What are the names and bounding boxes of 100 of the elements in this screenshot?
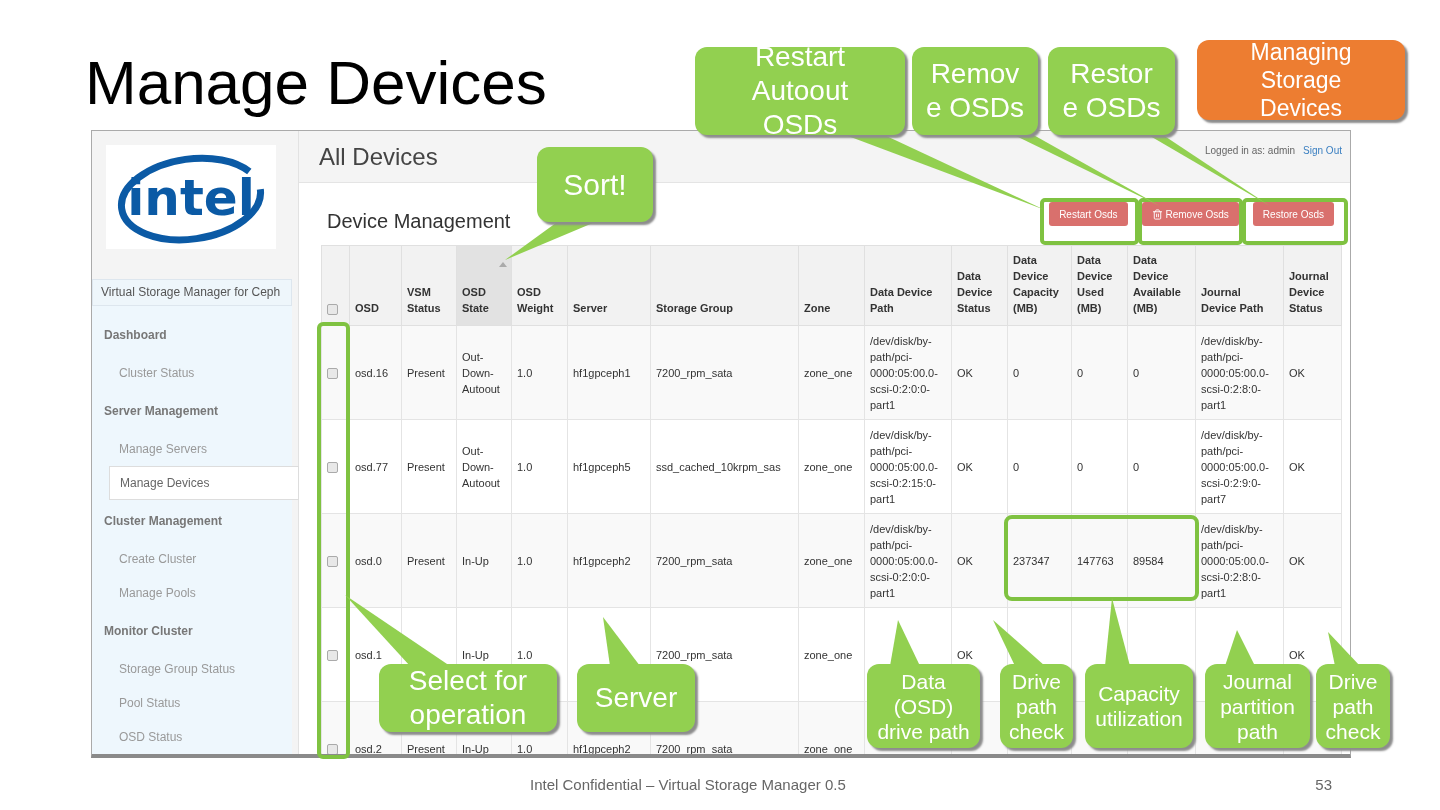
table-cell: ssd_cached_10krpm_sas xyxy=(656,460,781,473)
callout-pointer xyxy=(603,617,640,666)
table-cell: osd.2 xyxy=(355,742,382,754)
callout: Managing Storage Devices xyxy=(1197,40,1405,120)
row-checkbox[interactable] xyxy=(327,556,338,568)
table-cell: /dev/disk/by-path/pci-0000:05:00.0-scsi-0:2:9:0-part7 xyxy=(1201,428,1269,505)
page-number: 53 xyxy=(1315,775,1332,793)
page-title: All Devices xyxy=(319,142,439,171)
table-cell: hf1gpceph5 xyxy=(573,460,631,473)
table-cell: OK xyxy=(957,554,973,567)
row-checkbox[interactable] xyxy=(327,650,338,662)
table-cell: hf1gpceph2 xyxy=(573,554,631,567)
column-header[interactable]: Data Device Status xyxy=(951,245,1008,326)
table-cell: /dev/disk/by-path/pci-0000:05:00.0-scsi-0:2:8:0-part1 xyxy=(1201,522,1269,599)
table-cell: zone_one xyxy=(804,554,853,567)
table-cell: 1.0 xyxy=(517,460,533,473)
column-header[interactable]: Journal Device Status xyxy=(1283,245,1342,326)
callout: Data (OSD) drive path xyxy=(867,664,980,748)
column-header[interactable]: Journal Device Path xyxy=(1195,245,1284,326)
table-cell: 237347 xyxy=(1013,554,1050,567)
table-cell: zone_one xyxy=(804,366,853,379)
table-cell: OK xyxy=(1289,554,1305,567)
table-cell: In-Up xyxy=(462,742,489,754)
table-cell: hf1gpceph2 xyxy=(573,742,631,754)
table-cell: Present xyxy=(407,366,445,379)
column-header[interactable]: Data Device Used (MB) xyxy=(1071,245,1128,326)
table-cell: OK xyxy=(1289,648,1305,661)
table-cell: 0 xyxy=(1133,460,1140,473)
table-cell: /dev/disk/by-path/pci-0000:05:00.0-scsi-0:2:0:0-part1 xyxy=(870,334,938,411)
table-cell: Present xyxy=(407,460,445,473)
table-cell: osd.0 xyxy=(355,554,382,567)
row-checkbox[interactable] xyxy=(327,744,338,754)
table-cell: 0 xyxy=(1133,366,1140,379)
logo: intel xyxy=(106,145,276,249)
sign-out-link[interactable]: Sign Out xyxy=(1303,145,1342,156)
table-cell: hf1gpceph1 xyxy=(573,366,631,379)
user-label: Logged in as: admin xyxy=(1205,145,1296,156)
table-cell: Present xyxy=(407,742,445,754)
trash-icon xyxy=(1151,208,1163,220)
table-cell: 1.0 xyxy=(517,742,533,754)
table-cell: 7200_rpm_sata xyxy=(656,648,733,661)
column-header[interactable]: VSM Status xyxy=(401,245,457,326)
callout-pointer xyxy=(993,620,1045,666)
table-cell: /dev/disk/by-path/pci-0000:05:00.0-scsi-0:2:8:0-part1 xyxy=(1201,334,1269,411)
callout-pointer xyxy=(1225,630,1255,666)
sort-icon xyxy=(499,262,507,267)
table-cell: zone_one xyxy=(804,742,853,754)
callout: Select for operation xyxy=(379,664,557,732)
table-cell: 0 xyxy=(1013,366,1020,379)
callout: Drive path check xyxy=(1316,664,1390,748)
table-cell: 147763 xyxy=(1077,554,1114,567)
column-header[interactable]: Server xyxy=(567,245,651,326)
column-header[interactable]: Storage Group xyxy=(650,245,799,326)
nav-heading: Dashboard xyxy=(103,327,168,344)
table-cell: Out-Down-Autoout xyxy=(462,444,500,489)
table-cell: In-Up xyxy=(462,554,489,567)
callout: Remov e OSDs xyxy=(912,47,1038,135)
table-cell: 0 xyxy=(1077,460,1084,473)
table-cell: OK xyxy=(1289,366,1305,379)
table-cell: 1.0 xyxy=(517,648,533,661)
callout-pointer xyxy=(890,620,920,666)
section-title: Device Management xyxy=(327,208,511,233)
table-cell: osd.1 xyxy=(355,648,382,661)
table-cell: OK xyxy=(957,366,973,379)
row-checkbox[interactable] xyxy=(327,462,338,474)
app-tab[interactable]: Virtual Storage Manager for Ceph xyxy=(92,278,292,306)
table-cell: /dev/disk/by-path/pci-0000:05:00.0-scsi-0:2:15:0-part1 xyxy=(870,428,938,505)
table-cell: osd.16 xyxy=(355,366,389,379)
column-header[interactable]: OSD Weight xyxy=(511,245,568,326)
callout: Capacity utilization xyxy=(1085,664,1193,748)
nav-heading: Cluster Management xyxy=(103,513,224,530)
table-cell: osd.77 xyxy=(355,460,389,473)
table-cell: zone_one xyxy=(804,460,853,473)
slide-title: Manage Devices xyxy=(85,47,547,119)
nav-heading: Monitor Cluster xyxy=(103,623,194,640)
table-cell: Present xyxy=(407,554,445,567)
column-header[interactable]: Data Device Available (MB) xyxy=(1127,245,1196,326)
row-checkbox[interactable] xyxy=(327,368,338,380)
table-cell: 1.0 xyxy=(517,366,533,379)
callout: Journal partition path xyxy=(1205,664,1310,748)
table-cell: 7200_rpm_sata xyxy=(656,366,733,379)
column-header[interactable]: OSD xyxy=(349,245,402,326)
table-cell: 1.0 xyxy=(517,554,533,567)
table-cell: /dev/disk/by-path/pci-0000:05:00.0-scsi-0:2:0:0-part1 xyxy=(870,522,938,599)
callout-pointer xyxy=(1105,598,1130,666)
table-cell: Out-Down-Autoout xyxy=(462,350,500,395)
callout: Restor e OSDs xyxy=(1048,47,1175,135)
select-all-checkbox[interactable] xyxy=(327,303,338,315)
table-cell: 7200_rpm_sata xyxy=(656,742,733,754)
table-cell: OK xyxy=(957,460,973,473)
table-cell: In-Up xyxy=(462,648,489,661)
column-header[interactable]: Zone xyxy=(798,245,865,326)
column-header[interactable]: Data Device Capacity (MB) xyxy=(1007,245,1072,326)
nav-heading: Server Management xyxy=(103,403,220,420)
column-header[interactable]: OSD State xyxy=(456,245,512,326)
nav-item[interactable]: Manage Devices xyxy=(109,466,299,500)
table-cell: 0 xyxy=(1013,460,1020,473)
table-cell: 89584 xyxy=(1133,554,1164,567)
column-header[interactable]: Data Device Path xyxy=(864,245,952,326)
footer-text: Intel Confidential – Virtual Storage Manager 0.5 xyxy=(530,775,846,793)
